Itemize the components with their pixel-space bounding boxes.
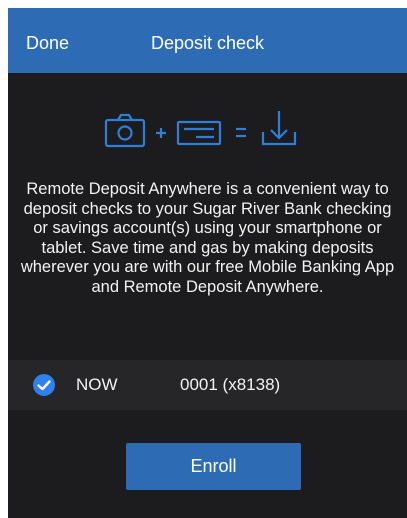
- account-number: 0001 (x8138): [180, 375, 281, 394]
- enrollment-description: Remote Deposit Anywhere is a convenient …: [20, 180, 395, 296]
- account-name: NOW: [76, 375, 118, 394]
- nav-bar: Done Deposit check: [8, 8, 407, 73]
- download-icon: [261, 111, 296, 146]
- deposit-illustration: [8, 108, 407, 148]
- camera-icon: [104, 113, 145, 148]
- plus-icon: [155, 128, 166, 138]
- page-title: Deposit check: [150, 33, 265, 53]
- checkmark-circle-icon[interactable]: [32, 373, 56, 397]
- account-row[interactable]: NOW 0001 (x8138): [8, 360, 407, 410]
- enroll-button[interactable]: Enroll: [126, 443, 301, 490]
- check-card-icon: [176, 120, 221, 146]
- deposit-check-screen: Done Deposit check Remote Deposit Anywhe…: [8, 8, 407, 518]
- equals-icon: [235, 127, 246, 138]
